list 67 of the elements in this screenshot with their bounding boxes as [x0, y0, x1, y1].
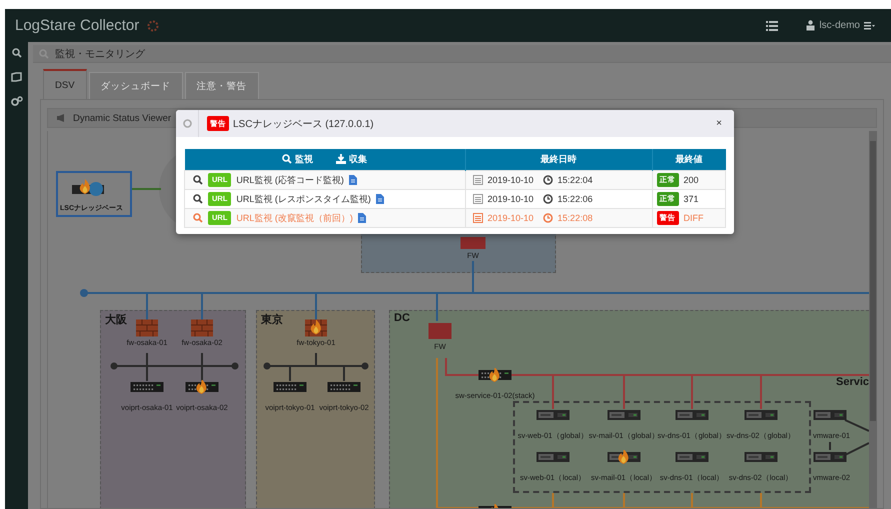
- region-label: DC: [394, 312, 410, 324]
- tab[interactable]: ダッシュボード: [88, 72, 183, 99]
- calendar-icon: [472, 194, 482, 204]
- firewall-block-icon: [460, 237, 486, 249]
- date-text: 2019-10-10: [488, 194, 534, 204]
- time-text: 15:22:04: [558, 175, 593, 186]
- connector-line: [436, 293, 438, 321]
- value-text: 200: [684, 175, 699, 185]
- scrollbar[interactable]: [869, 131, 877, 508]
- user-icon: [806, 20, 816, 31]
- menu-icon: [864, 21, 875, 30]
- gears-icon: [10, 96, 22, 106]
- date-text: 2019-10-10: [488, 213, 534, 224]
- time-text: 15:22:08: [558, 213, 593, 224]
- app-title: LogStare Collector: [15, 17, 140, 34]
- column-header: 最終値: [652, 149, 726, 170]
- value-text: 371: [684, 194, 699, 204]
- dialog-title: LSCナレッジベース (127.0.0.1): [233, 118, 374, 130]
- connector-line: [315, 353, 317, 366]
- list-icon: [766, 20, 778, 30]
- document-icon: [348, 175, 357, 185]
- region-label: 大阪: [105, 312, 127, 327]
- book-icon: [11, 72, 22, 82]
- search-icon: [12, 48, 22, 58]
- connector-line: [343, 366, 345, 381]
- clock-icon: [542, 213, 553, 224]
- monitor-name: URL監視 (レスポンスタイム監視): [236, 192, 371, 206]
- clock-icon: [542, 194, 553, 204]
- search-icon[interactable]: [193, 194, 203, 204]
- gear-icon: [182, 119, 192, 128]
- firewall-block-icon: [428, 323, 452, 339]
- connector-line: [146, 293, 148, 321]
- connector-line: [146, 353, 148, 381]
- calendar-icon: [472, 175, 482, 186]
- connector-line: [201, 293, 203, 321]
- download-icon: [336, 154, 346, 164]
- tab[interactable]: 注意・警告: [184, 72, 259, 99]
- megaphone-icon: [56, 113, 65, 123]
- search-icon[interactable]: [193, 175, 203, 185]
- date-text: 2019-10-10: [488, 175, 534, 186]
- connector-line: [472, 261, 474, 293]
- monitor-name: URL監視 (改竄監視（前回）): [236, 212, 353, 224]
- breadcrumb-label: 監視・モニタリング: [55, 48, 145, 60]
- server-icon: [814, 408, 846, 422]
- user-menu[interactable]: lsc-demo: [800, 19, 881, 32]
- zone-label: Servic: [836, 376, 869, 388]
- document-icon: [358, 213, 366, 223]
- connector-line: [289, 366, 291, 381]
- server-icon: [814, 450, 846, 464]
- connector-line: [201, 353, 203, 381]
- value-text: DIFF: [684, 213, 704, 223]
- connector-line: [315, 293, 317, 321]
- close-button[interactable]: ×: [716, 118, 722, 129]
- column-header: 最終日時: [465, 149, 652, 170]
- spinner-icon: [147, 20, 160, 32]
- search-icon: [282, 154, 292, 164]
- document-icon: [376, 194, 384, 204]
- collect-column-action[interactable]: 収集: [336, 152, 367, 166]
- connector-line: [132, 188, 161, 190]
- calendar-icon: [472, 213, 482, 224]
- panel-title: Dynamic Status Viewer: [73, 112, 172, 124]
- tab[interactable]: DSV: [43, 69, 87, 99]
- monitor-name: URL監視 (応答コード監視): [236, 174, 344, 186]
- clock-icon: [542, 175, 553, 186]
- monitor-column-action[interactable]: 監視: [282, 152, 314, 166]
- time-text: 15:22:06: [558, 194, 593, 204]
- region-label: 東京: [261, 312, 283, 327]
